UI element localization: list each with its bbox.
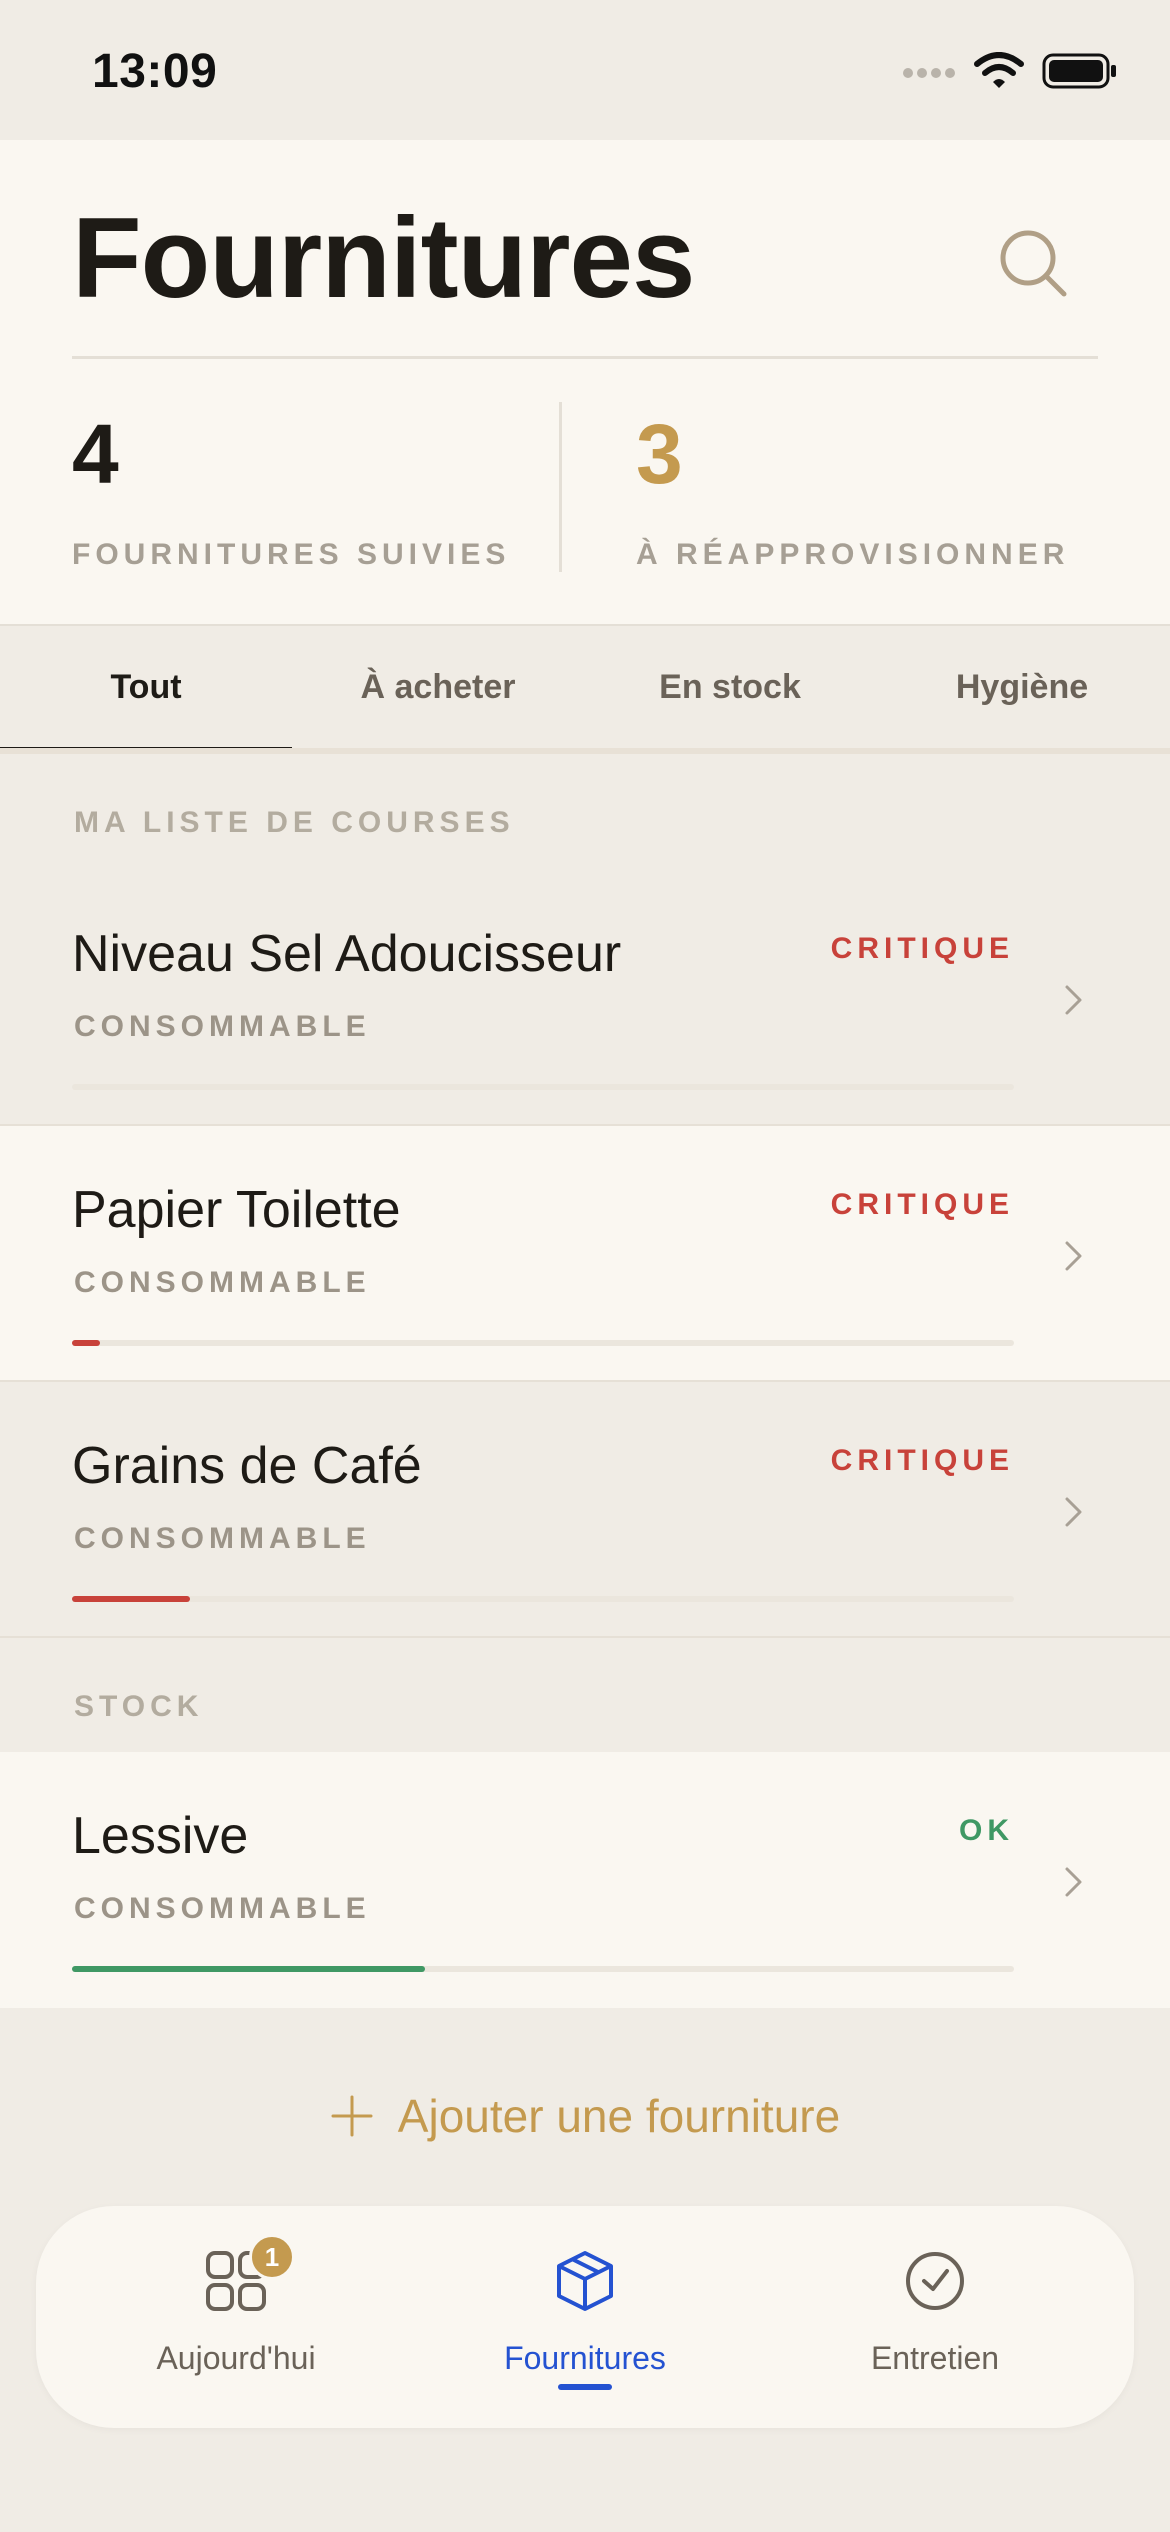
chevron-right-icon [1065, 1497, 1082, 1527]
supply-category: CONSOMMABLE [74, 1522, 371, 1555]
status-bar: 13:09 [0, 0, 1170, 140]
supply-row[interactable]: Niveau Sel Adoucisseur CONSOMMABLE CRITI… [0, 870, 1170, 1126]
tab-en-stock[interactable]: En stock [584, 626, 876, 748]
supply-category: CONSOMMABLE [74, 1010, 371, 1043]
header: Fournitures 4 FOURNITURES SUIVIES 3 À RÉ… [0, 140, 1170, 624]
supply-category: CONSOMMABLE [74, 1266, 371, 1299]
stat-restock: 3 À RÉAPPROVISIONNER [636, 412, 1069, 572]
stat-separator [559, 402, 562, 572]
search-icon [1000, 230, 1067, 297]
stock-level-fill [72, 1596, 190, 1602]
add-supply-label: Ajouter une fourniture [397, 2090, 841, 2142]
nav-label: Entretien [870, 2340, 1000, 2376]
header-divider [72, 356, 1098, 359]
section-label-shopping: MA LISTE DE COURSES [74, 806, 515, 839]
nav-label: Aujourd'hui [156, 2340, 316, 2376]
status-badge: CRITIQUE [830, 1444, 1014, 1477]
stock-level-bar [72, 1596, 1014, 1602]
nav-label: Fournitures [504, 2340, 666, 2376]
nav-item-aujourdhui[interactable]: 1 Aujourd'hui [86, 2234, 386, 2377]
tab-label: Tout [110, 667, 182, 706]
chevron-right-icon [1065, 1867, 1082, 1897]
tab-a-acheter[interactable]: À acheter [292, 626, 584, 748]
stat-tracked-label: FOURNITURES SUIVIES [72, 538, 511, 571]
tab-tout[interactable]: Tout [0, 626, 292, 752]
cellular-signal-icon [903, 68, 955, 78]
tab-label: À acheter [360, 667, 516, 706]
tab-label: Hygiène [955, 667, 1089, 706]
add-supply-button[interactable]: Ajouter une fourniture [0, 2064, 1170, 2168]
section-label-stock: STOCK [74, 1690, 204, 1723]
stock-level-bar [72, 1340, 1014, 1346]
supply-name: Papier Toilette [72, 1181, 401, 1239]
supply-category: CONSOMMABLE [74, 1892, 371, 1925]
nav-item-entretien[interactable]: Entretien [785, 2248, 1085, 2377]
stock-level-fill [72, 1966, 426, 1972]
supply-row[interactable]: Lessive CONSOMMABLE OK [0, 1752, 1170, 2008]
box-icon [557, 2251, 613, 2311]
supply-name: Lessive [72, 1807, 249, 1865]
filter-tabs: Tout À acheter En stock Hygiène [0, 624, 1170, 754]
supply-name: Niveau Sel Adoucisseur [72, 925, 622, 983]
chevron-right-icon [1065, 1241, 1082, 1271]
tab-label: En stock [659, 667, 801, 706]
stat-restock-label: À RÉAPPROVISIONNER [636, 538, 1070, 571]
page-title: Fournitures [72, 195, 695, 322]
battery-icon [1042, 53, 1116, 89]
supply-name: Grains de Café [72, 1437, 422, 1495]
supply-row[interactable]: Papier Toilette CONSOMMABLE CRITIQUE [0, 1126, 1170, 1382]
status-badge: OK [959, 1814, 1014, 1847]
nav-active-indicator [558, 2384, 612, 2390]
nav-icon-wrap [902, 2248, 968, 2314]
wifi-icon [974, 52, 1024, 88]
stat-tracked: 4 FOURNITURES SUIVIES [72, 412, 510, 572]
stock-level-fill [72, 1340, 101, 1346]
status-badge: CRITIQUE [830, 932, 1014, 965]
nav-item-fournitures[interactable]: Fournitures [435, 2248, 735, 2377]
nav-icon-wrap: 1 [203, 2234, 295, 2314]
status-badge: CRITIQUE [830, 1188, 1014, 1221]
stock-level-bar [72, 1084, 1014, 1090]
tab-hygiene[interactable]: Hygiène [876, 626, 1168, 748]
stat-tracked-value: 4 [72, 407, 119, 501]
status-icons [902, 52, 1118, 90]
supply-row[interactable]: Grains de Café CONSOMMABLE CRITIQUE [0, 1382, 1170, 1638]
notification-badge: 1 [249, 2234, 295, 2280]
plus-icon [331, 2095, 373, 2137]
nav-icon-wrap [552, 2248, 618, 2314]
status-time: 13:09 [92, 45, 218, 98]
clock-check-icon [906, 2252, 964, 2310]
stat-restock-value: 3 [636, 407, 683, 501]
search-button[interactable] [996, 226, 1070, 300]
tabs-divider [0, 748, 1170, 754]
stock-level-bar [72, 1966, 1014, 1972]
bottom-nav: 1 Aujourd'hui Fournitures Entretien [36, 2206, 1134, 2428]
chevron-right-icon [1065, 985, 1082, 1015]
